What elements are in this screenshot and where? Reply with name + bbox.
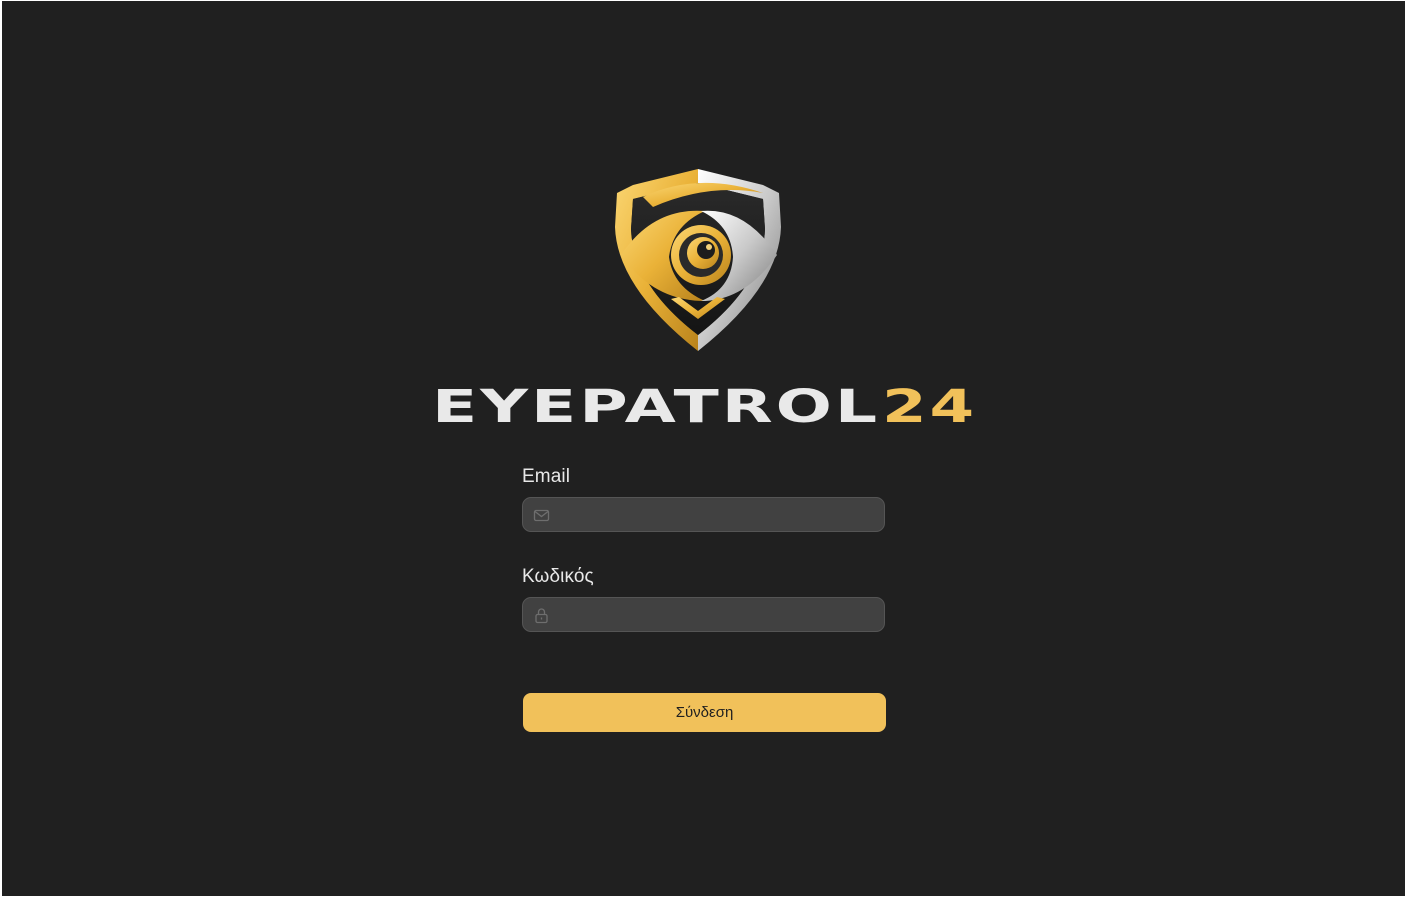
login-button[interactable]: Σύνδεση [523, 693, 886, 732]
envelope-icon [533, 507, 550, 524]
email-input[interactable] [559, 498, 879, 531]
password-input[interactable] [559, 598, 879, 631]
email-label: Email [522, 466, 571, 487]
brand-name-main: EYEPATROL [432, 384, 880, 428]
password-label: Κωδικός [522, 566, 594, 587]
lock-icon [533, 607, 550, 624]
email-field-wrapper[interactable] [522, 497, 885, 532]
login-page: EYEPATROL 24 Email Κωδικός Σύνδεση [2, 1, 1405, 896]
password-field-wrapper[interactable] [522, 597, 885, 632]
brand-wordmark-graphic: EYEPATROL 24 [432, 384, 977, 428]
shield-eye-logo [613, 167, 783, 353]
brand-name-accent: 24 [882, 384, 977, 428]
brand-wordmark: EYEPATROL 24 [432, 384, 978, 428]
shield-eye-logo-graphic [615, 169, 781, 351]
